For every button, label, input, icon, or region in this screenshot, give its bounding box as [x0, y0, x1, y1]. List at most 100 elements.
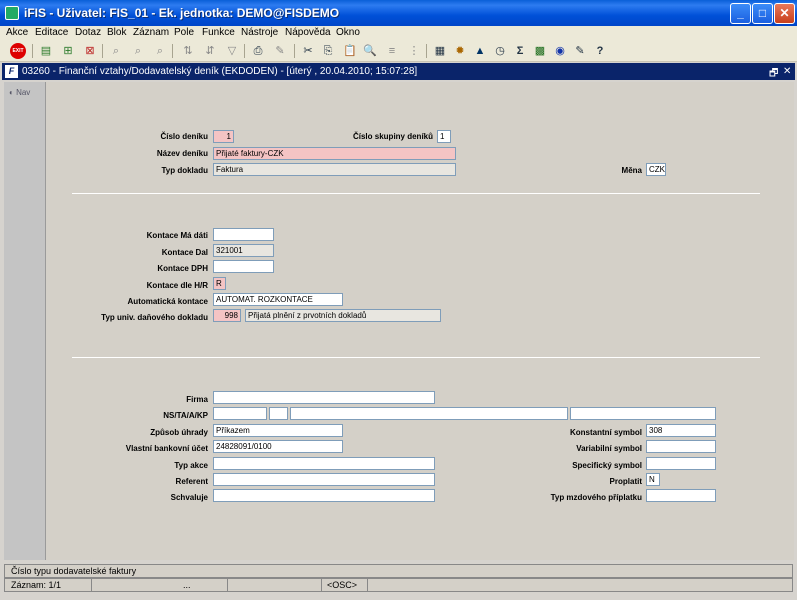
menu-zaznam[interactable]: Záznam	[133, 27, 169, 38]
clock-icon[interactable]: ◷	[492, 43, 508, 59]
nav-icon: ◐	[9, 88, 17, 97]
columns-icon[interactable]: ⋮	[406, 43, 422, 59]
cut-icon[interactable]: ✂	[300, 43, 316, 59]
specificky-symbol-field[interactable]	[646, 457, 716, 470]
typ-dokladu-field[interactable]: Faktura	[213, 163, 456, 176]
window-title: iFIS - Uživatel: FIS_01 - Ek. jednotka: …	[24, 6, 340, 20]
nav-label[interactable]: ◐ Nav	[9, 88, 30, 97]
firma-field[interactable]	[213, 391, 435, 404]
toolbar-separator	[102, 44, 103, 58]
form-icon: F	[5, 65, 18, 78]
specificky-symbol-label: Specifický symbol	[572, 461, 642, 470]
zpusob-uhrady-label: Způsob úhrady	[150, 428, 208, 437]
typ-univ-code-field[interactable]: 998	[213, 309, 241, 322]
konstantni-symbol-label: Konstantní symbol	[569, 428, 642, 437]
cislo-skupiny-label: Číslo skupiny deníků	[352, 132, 433, 141]
kontace-dal-field[interactable]: 321001	[213, 244, 274, 257]
browser-icon[interactable]: ◉	[552, 43, 568, 59]
help-icon[interactable]: ?	[592, 43, 608, 59]
restore-button[interactable]: 🗗	[769, 66, 778, 83]
status-separator	[367, 579, 368, 591]
nazev-deniku-field[interactable]: Přijaté faktury-CZK	[213, 147, 456, 160]
menu-napoveda[interactable]: Nápověda	[285, 27, 331, 38]
minimize-button[interactable]: _	[730, 3, 751, 24]
navigation-strip: ◐ Nav	[4, 82, 46, 560]
menu-editace[interactable]: Editace	[35, 27, 68, 38]
status-separator	[321, 579, 322, 591]
form-title: 03260 - Finanční vztahy/Dodavatelský den…	[22, 66, 418, 77]
typ-univ-desc-field[interactable]: Přijatá plnění z prvotních dokladů	[245, 309, 441, 322]
typ-akce-field[interactable]	[213, 457, 435, 470]
print-preview-icon[interactable]: ✎	[272, 43, 288, 59]
referent-label: Referent	[175, 477, 208, 486]
mena-field[interactable]: CZK	[646, 163, 666, 176]
cislo-skupiny-field[interactable]: 1	[437, 130, 451, 143]
info-icon[interactable]: ✎	[572, 43, 588, 59]
automaticka-kontace-field[interactable]: AUTOMAT. ROZKONTACE	[213, 293, 343, 306]
status-bar: Záznam: 1/1 ... <OSC>	[4, 578, 793, 592]
cislo-deniku-label: Číslo deníku	[160, 132, 208, 141]
referent-field[interactable]	[213, 473, 435, 486]
nazev-deniku-label: Název deníku	[156, 149, 208, 158]
kontace-hr-field[interactable]: R	[213, 277, 226, 290]
status-separator	[227, 579, 228, 591]
typ-akce-label: Typ akce	[174, 461, 208, 470]
osc-indicator: <OSC>	[327, 580, 358, 590]
kontace-dph-field[interactable]	[213, 260, 274, 273]
close-button[interactable]: ✕	[774, 3, 795, 24]
query-icon[interactable]: ⌕	[108, 43, 124, 59]
toolbar-separator	[172, 44, 173, 58]
menu-okno[interactable]: Okno	[336, 27, 360, 38]
record-counter: Záznam: 1/1	[11, 580, 62, 590]
maximize-button[interactable]: □	[752, 3, 773, 24]
menu-pole[interactable]: Pole	[174, 27, 194, 38]
sum-icon[interactable]: Σ	[512, 43, 528, 59]
menu-funkce[interactable]: Funkce	[202, 27, 235, 38]
form-close-button[interactable]: ✕	[783, 66, 791, 77]
paste-icon[interactable]: 📋	[342, 43, 358, 59]
sort-desc-icon[interactable]: ⇵	[202, 43, 218, 59]
menu-blok[interactable]: Blok	[107, 27, 126, 38]
tools-icon[interactable]: ✹	[452, 43, 468, 59]
find-icon[interactable]: 🔍	[362, 43, 378, 59]
menu-akce[interactable]: Akce	[6, 27, 28, 38]
schvaluje-field[interactable]	[213, 489, 435, 502]
kontace-ma-dati-label: Kontace Má dáti	[146, 231, 208, 240]
execute-query-icon[interactable]: ⌕	[130, 43, 146, 59]
sort-asc-icon[interactable]: ⇅	[180, 43, 196, 59]
vlastni-ucet-field[interactable]: 24828091/0100	[213, 440, 343, 453]
print-icon[interactable]: ⎙	[250, 43, 266, 59]
kontace-dal-label: Kontace Dal	[161, 248, 208, 257]
copy-icon[interactable]: ⎘	[320, 43, 336, 59]
exit-icon[interactable]: EXIT	[10, 43, 26, 59]
excel-icon[interactable]: ▩	[532, 43, 548, 59]
ns-field[interactable]	[213, 407, 267, 420]
variabilni-symbol-label: Variabilní symbol	[576, 444, 642, 453]
kontace-ma-dati-field[interactable]	[213, 228, 274, 241]
status-separator	[91, 579, 92, 591]
list-icon[interactable]: ≡	[384, 43, 400, 59]
firma-label: Firma	[186, 395, 208, 404]
hint-bar: Číslo typu dodavatelské faktury	[4, 564, 793, 578]
cislo-deniku-field[interactable]: 1	[213, 130, 234, 143]
typ-mzdoveho-field[interactable]	[646, 489, 716, 502]
cancel-query-icon[interactable]: ⌕	[152, 43, 168, 59]
insert-record-icon[interactable]: ⊞	[60, 43, 76, 59]
menu-dotaz[interactable]: Dotaz	[75, 27, 101, 38]
toolbar-separator	[294, 44, 295, 58]
chart-icon[interactable]: ▲	[472, 43, 488, 59]
kp-field[interactable]	[570, 407, 716, 420]
section-divider	[72, 357, 760, 358]
variabilni-symbol-field[interactable]	[646, 440, 716, 453]
konstantni-symbol-field[interactable]: 308	[646, 424, 716, 437]
a-field[interactable]	[290, 407, 568, 420]
automaticka-kontace-label: Automatická kontace	[127, 297, 208, 306]
calculator-icon[interactable]: ▦	[432, 43, 448, 59]
filter-icon[interactable]: ▽	[224, 43, 240, 59]
save-icon[interactable]: ▤	[38, 43, 54, 59]
delete-record-icon[interactable]: ⊠	[82, 43, 98, 59]
zpusob-uhrady-field[interactable]: Příkazem	[213, 424, 343, 437]
menu-nastroje[interactable]: Nástroje	[241, 27, 278, 38]
proplatit-field[interactable]: N	[646, 473, 660, 486]
ta-field[interactable]	[269, 407, 288, 420]
